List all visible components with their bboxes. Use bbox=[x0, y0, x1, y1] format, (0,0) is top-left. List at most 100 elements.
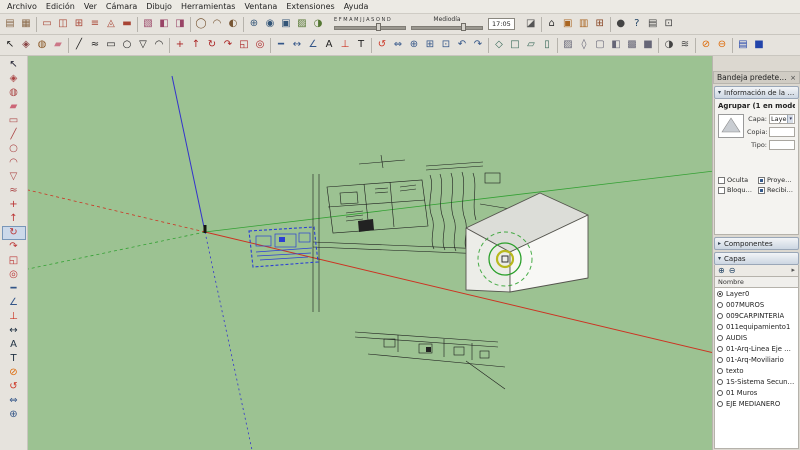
section-components[interactable]: Componentes bbox=[714, 237, 799, 250]
rotate-tool[interactable]: ↻ bbox=[1, 226, 26, 240]
layer-radio[interactable] bbox=[717, 334, 723, 341]
menu-extensiones[interactable]: Extensiones bbox=[282, 1, 338, 12]
layer-radio[interactable] bbox=[717, 400, 723, 407]
paint-plugin[interactable]: ◑ bbox=[310, 15, 326, 33]
dimensions-tool[interactable]: ↔ bbox=[2, 324, 26, 338]
pan-tool[interactable]: ⇔ bbox=[2, 394, 26, 408]
layer-row[interactable]: Layer0 bbox=[715, 288, 798, 299]
shadow-time-value[interactable]: 17:05 bbox=[488, 18, 515, 30]
cad-stairs-tool[interactable]: ≡ bbox=[87, 15, 103, 33]
protractor-tool[interactable]: ∠ bbox=[305, 36, 321, 54]
help[interactable]: ? bbox=[629, 15, 645, 33]
layer-row[interactable]: AUDIS bbox=[715, 332, 798, 343]
layers-detail-arrow[interactable] bbox=[791, 266, 795, 275]
cad-section-drawing[interactable] bbox=[354, 331, 506, 390]
style-hidden-line[interactable]: ▢ bbox=[592, 36, 608, 54]
cad-window-tool[interactable]: ⊞ bbox=[71, 15, 87, 33]
layer-radio[interactable] bbox=[717, 345, 723, 352]
viewport-3d[interactable] bbox=[28, 56, 712, 450]
push-pull-tool[interactable]: ↑ bbox=[2, 212, 26, 226]
layer-row[interactable]: 007MUROS bbox=[715, 299, 798, 310]
share-model[interactable]: ▥ bbox=[576, 15, 592, 33]
line-tool[interactable]: ╱ bbox=[71, 36, 87, 54]
zoom-window-tool[interactable]: ⊞ bbox=[422, 36, 438, 54]
section-plane-tool[interactable]: ⊘ bbox=[698, 36, 714, 54]
make-component[interactable]: ◈ bbox=[2, 72, 26, 86]
circle-tool[interactable]: ○ bbox=[119, 36, 135, 54]
layer-dropdown[interactable]: Layer0 bbox=[769, 114, 795, 124]
save-model[interactable]: ▦ bbox=[18, 15, 34, 33]
style-wireframe[interactable]: ◊ bbox=[576, 36, 592, 54]
date-slider-thumb[interactable] bbox=[375, 23, 381, 31]
layer-hide[interactable]: ◨ bbox=[172, 15, 188, 33]
layer-row[interactable]: 1S-Sistema Secundario bbox=[715, 376, 798, 387]
zoom-extents-tool[interactable]: ⊡ bbox=[438, 36, 454, 54]
follow-me-tool[interactable]: ↷ bbox=[220, 36, 236, 54]
shadows-settings[interactable]: ◪ bbox=[523, 15, 539, 33]
text-tool[interactable]: A bbox=[321, 36, 337, 54]
layers-name-header[interactable]: Nombre bbox=[714, 277, 799, 288]
make-component[interactable]: ◈ bbox=[18, 36, 34, 54]
menu-ver[interactable]: Ver bbox=[80, 1, 101, 12]
axes-tool[interactable]: ⊥ bbox=[337, 36, 353, 54]
menu-camara[interactable]: Cámara bbox=[102, 1, 141, 12]
section-entity-info[interactable]: Información de la entidad bbox=[714, 86, 799, 99]
layer-radio[interactable] bbox=[717, 378, 723, 385]
layers-panel-toggle[interactable]: ▤ bbox=[735, 36, 751, 54]
menu-ventana[interactable]: Ventana bbox=[240, 1, 281, 12]
view-iso[interactable]: ◇ bbox=[491, 36, 507, 54]
tape-measure[interactable]: ━ bbox=[273, 36, 289, 54]
scale-tool[interactable]: ◱ bbox=[2, 254, 26, 268]
layer-row[interactable]: 01-Arq-Linea Eje Medianera bbox=[715, 343, 798, 354]
view-top[interactable]: □ bbox=[507, 36, 523, 54]
layers-manager[interactable]: ▧ bbox=[140, 15, 156, 33]
delete-layer-button[interactable] bbox=[729, 266, 736, 275]
layer-radio[interactable] bbox=[717, 389, 723, 396]
push-pull-tool[interactable]: ↑ bbox=[188, 36, 204, 54]
section-cuts-toggle[interactable]: ⊖ bbox=[714, 36, 730, 54]
layer-row[interactable]: 01-Arq-Moviliario bbox=[715, 354, 798, 365]
box-group[interactable] bbox=[465, 192, 589, 293]
tipo-field[interactable] bbox=[769, 140, 795, 150]
section-plane-tool[interactable]: ⊘ bbox=[2, 366, 26, 380]
3d-text-tool[interactable]: T bbox=[2, 352, 26, 366]
layer-row[interactable]: texto bbox=[715, 365, 798, 376]
protractor-tool[interactable]: ∠ bbox=[2, 296, 26, 310]
tray-close-icon[interactable] bbox=[790, 74, 796, 82]
checkbox-proyectar-sombras[interactable]: Proyectar sombras bbox=[758, 176, 795, 184]
model-info[interactable]: ▤ bbox=[645, 15, 661, 33]
open-model[interactable]: ▤ bbox=[2, 15, 18, 33]
select-tool[interactable]: ↖ bbox=[2, 58, 26, 72]
layer-radio[interactable] bbox=[717, 356, 723, 363]
3d-text-tool[interactable]: T bbox=[353, 36, 369, 54]
render-scene[interactable]: ▣ bbox=[278, 15, 294, 33]
circle-tool[interactable]: ○ bbox=[2, 142, 26, 156]
rectangle-tool[interactable]: ▭ bbox=[2, 114, 26, 128]
scale-tool[interactable]: ◱ bbox=[236, 36, 252, 54]
shadows-toggle[interactable]: ◑ bbox=[661, 36, 677, 54]
orbit-tool[interactable]: ↺ bbox=[374, 36, 390, 54]
time-slider-thumb[interactable] bbox=[461, 23, 467, 31]
menu-edicion[interactable]: Edición bbox=[42, 1, 79, 12]
copia-field[interactable] bbox=[769, 127, 795, 137]
shadow-time-slider[interactable] bbox=[411, 23, 483, 31]
menu-herramientas[interactable]: Herramientas bbox=[177, 1, 240, 12]
freehand-tool[interactable]: ≈ bbox=[2, 184, 26, 198]
camera-views[interactable]: ◉ bbox=[262, 15, 278, 33]
eraser-tool[interactable]: ▰ bbox=[50, 36, 66, 54]
cad-slab-tool[interactable]: ▬ bbox=[119, 15, 135, 33]
line-tool[interactable]: ╱ bbox=[2, 128, 26, 142]
freehand-tool[interactable]: ≈ bbox=[87, 36, 103, 54]
layer-radio[interactable] bbox=[717, 301, 723, 308]
menu-archivo[interactable]: Archivo bbox=[3, 1, 41, 12]
offset-tool[interactable]: ◎ bbox=[2, 268, 26, 282]
rectangle-tool[interactable]: ▭ bbox=[103, 36, 119, 54]
materials-browser[interactable]: ▨ bbox=[294, 15, 310, 33]
add-layer-button[interactable] bbox=[718, 266, 725, 275]
next-view[interactable]: ↷ bbox=[470, 36, 486, 54]
zoom-tool[interactable]: ⊕ bbox=[406, 36, 422, 54]
layer-radio[interactable] bbox=[717, 290, 723, 297]
polygon-tool[interactable]: ▽ bbox=[135, 36, 151, 54]
follow-me-tool[interactable]: ↷ bbox=[2, 240, 26, 254]
eraser-tool[interactable]: ▰ bbox=[2, 100, 26, 114]
